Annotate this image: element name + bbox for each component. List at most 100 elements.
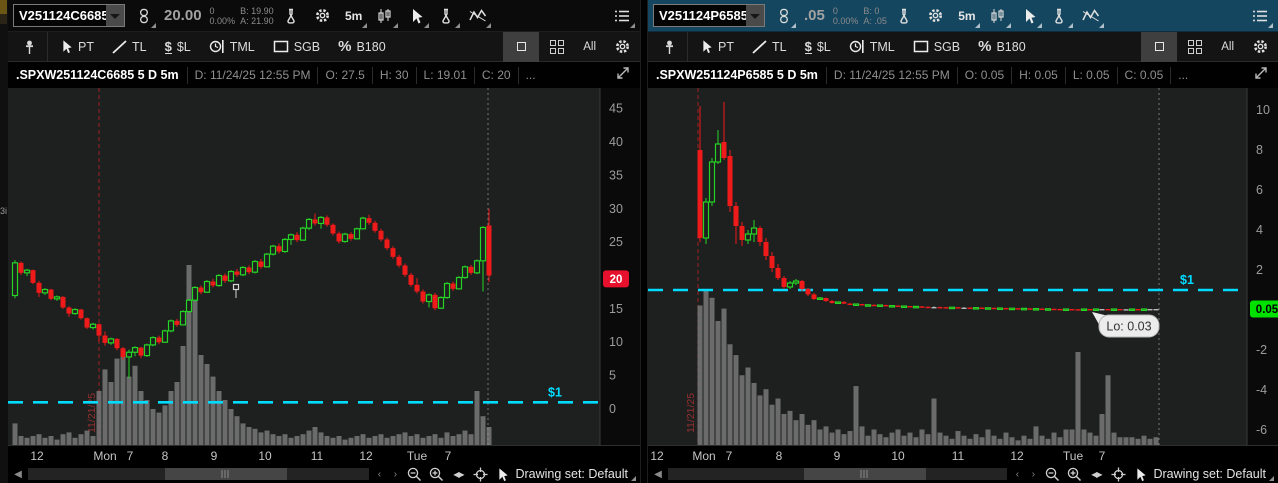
chart-settings-button[interactable] <box>923 2 949 30</box>
price-chart-area[interactable]: 11/21/25$1-6-4-22468100.05Lo: 0.03 <box>648 88 1278 445</box>
zoom-out-button[interactable] <box>1043 466 1061 482</box>
step-forward-button[interactable]: › <box>389 469 401 480</box>
step-back-button[interactable]: ‹ <box>1011 469 1023 480</box>
dollar-icon: $ <box>165 40 172 54</box>
chart-style-button[interactable] <box>985 2 1011 30</box>
trendline-tool-button[interactable]: TL <box>745 34 794 60</box>
link-charts-button[interactable] <box>130 2 156 30</box>
header-more[interactable]: ... <box>518 67 543 84</box>
svg-text:6: 6 <box>1256 183 1263 197</box>
chart-bottom-bar: ◀ ‹ › ◀▶ <box>8 465 640 483</box>
scrollbar-thumb[interactable] <box>804 468 926 480</box>
studies-button[interactable] <box>892 2 918 30</box>
collapse-arrows-icon <box>1252 65 1270 82</box>
price-level-tool-button[interactable]: $ $L <box>798 34 838 60</box>
apply-all-button[interactable]: All <box>1213 34 1242 60</box>
single-square-icon <box>517 42 526 51</box>
scrollbar-grip-icon <box>860 470 869 478</box>
zoom-out-button[interactable] <box>405 466 423 482</box>
price-chart[interactable]: 11/21/25$1-6-4-22468100.05Lo: 0.03 <box>648 88 1278 445</box>
time-level-tool-button[interactable]: TML <box>202 34 262 60</box>
price-chart[interactable]: 11/21/25$1051015253035404520 <box>8 88 640 445</box>
chart-menu-button[interactable] <box>1247 2 1273 30</box>
chart-settings-button[interactable] <box>310 2 336 30</box>
time-axis: 12Mon789101112Tue7 <box>8 445 640 465</box>
panel-divider[interactable] <box>640 0 648 483</box>
pointer-mode-button[interactable] <box>1131 466 1149 482</box>
list-menu-icon <box>1252 9 1268 23</box>
single-chart-layout-button[interactable] <box>503 32 539 62</box>
percent-tool-button[interactable]: % B180 <box>971 34 1033 60</box>
header-high: H: 30 <box>372 67 416 84</box>
symbol-input[interactable]: V251124P6585 <box>653 4 765 27</box>
grid-layout-button[interactable] <box>1181 34 1209 60</box>
pointer-mode-button[interactable] <box>493 466 511 482</box>
chart-menu-button[interactable] <box>609 2 635 30</box>
pointer-tool-button[interactable]: PT <box>52 34 101 60</box>
clock-icon <box>209 39 225 54</box>
symbol-dropdown-button[interactable] <box>106 5 124 26</box>
price-chart-area[interactable]: 11/21/25$1051015253035404520 <box>8 88 640 445</box>
fit-width-button[interactable]: ◀▶ <box>1087 466 1105 482</box>
pointer-tool-label: PT <box>78 40 94 54</box>
rectangle-tool-button[interactable]: SGB <box>906 34 967 60</box>
ask-value: A: 21.90 <box>240 16 274 26</box>
step-back-button[interactable]: ‹ <box>373 469 385 480</box>
rectangle-tool-label: SGB <box>934 40 960 54</box>
percent-tool-button[interactable]: % B180 <box>331 34 393 60</box>
scrollbar-thumb[interactable] <box>165 468 288 480</box>
pointer-tool-button[interactable]: PT <box>692 34 741 60</box>
svg-text:11/21/25: 11/21/25 <box>86 393 98 433</box>
svg-text:15: 15 <box>609 302 623 316</box>
drawing-set-selector[interactable]: Drawing set: Default <box>1153 467 1274 481</box>
symbol-input[interactable]: V251124C6685 <box>13 4 125 27</box>
grid-layout-button[interactable] <box>543 34 571 60</box>
symbol-value[interactable]: V251124C6685 <box>14 5 106 26</box>
svg-text:-4: -4 <box>1256 383 1267 397</box>
drawing-set-selector[interactable]: Drawing set: Default <box>515 467 636 481</box>
cursor-tool-button[interactable] <box>1016 2 1042 30</box>
header-more[interactable]: ... <box>1170 67 1195 84</box>
zoom-in-button[interactable] <box>427 466 445 482</box>
chart-scrollbar[interactable] <box>668 468 1007 480</box>
time-level-tool-button[interactable]: TML <box>842 34 902 60</box>
apply-all-button[interactable]: All <box>575 34 604 60</box>
pin-toolbar-button[interactable] <box>12 32 48 61</box>
fit-width-button[interactable]: ◀▶ <box>449 466 467 482</box>
single-chart-layout-button[interactable] <box>1141 32 1177 62</box>
chart-scrollbar[interactable] <box>28 468 369 480</box>
pin-toolbar-button[interactable] <box>652 32 688 61</box>
timeframe-button[interactable]: 5m <box>954 2 980 30</box>
drawing-settings-button[interactable] <box>1246 34 1274 60</box>
pushpin-icon <box>662 39 677 55</box>
drawing-toolbar: PT TL $ $L TML SGB % <box>648 32 1278 62</box>
rectangle-tool-button[interactable]: SGB <box>266 34 327 60</box>
drawing-settings-button[interactable] <box>608 34 636 60</box>
price-level-tool-button[interactable]: $ $L <box>158 34 198 60</box>
svg-text:40: 40 <box>609 135 623 149</box>
cursor-tool-button[interactable] <box>403 2 429 30</box>
timeframe-button[interactable]: 5m <box>341 2 367 30</box>
crosshair-button[interactable] <box>471 466 489 482</box>
crosshair-button[interactable] <box>1109 466 1127 482</box>
timeframe-value: 5m <box>954 9 979 23</box>
strategies-button[interactable] <box>434 2 460 30</box>
symbol-dropdown-button[interactable] <box>746 5 764 26</box>
patterns-button[interactable] <box>465 2 491 30</box>
link-icon <box>776 8 791 24</box>
scroll-left-button[interactable]: ◀ <box>652 469 664 480</box>
symbol-value[interactable]: V251124P6585 <box>654 5 746 26</box>
zoom-in-button[interactable] <box>1065 466 1083 482</box>
restore-chart-button[interactable] <box>614 65 632 85</box>
gear-icon <box>314 7 331 24</box>
strategies-button[interactable] <box>1047 2 1073 30</box>
trendline-tool-button[interactable]: TL <box>105 34 154 60</box>
patterns-button[interactable] <box>1078 2 1104 30</box>
chart-style-button[interactable] <box>372 2 398 30</box>
restore-chart-button[interactable] <box>1252 65 1270 85</box>
link-charts-button[interactable] <box>770 2 796 30</box>
call-option-chart-panel: V251124C6685 20.00 0 0.00% B: 19.90 A: 2… <box>8 0 640 483</box>
scroll-left-button[interactable]: ◀ <box>12 469 24 480</box>
studies-button[interactable] <box>279 2 305 30</box>
step-forward-button[interactable]: › <box>1027 469 1039 480</box>
